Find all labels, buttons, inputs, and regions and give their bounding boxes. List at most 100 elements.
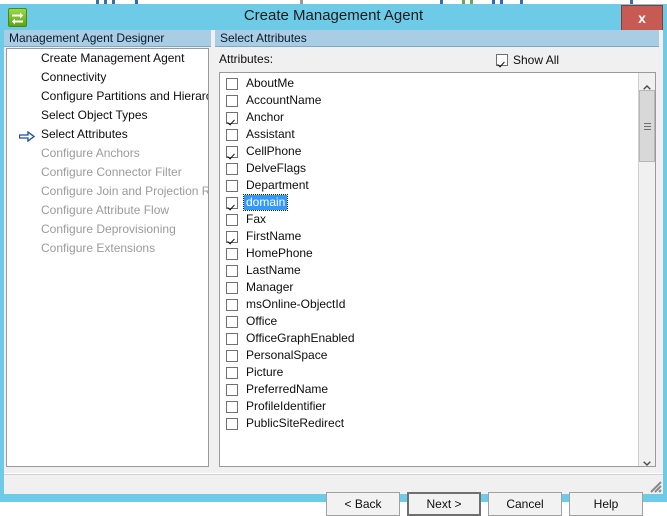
attribute-checkbox[interactable] [226, 332, 238, 345]
designer-steps-pane: Management Agent Designer Create Managem… [4, 30, 211, 470]
designer-steps-list: Create Management Agent Connectivity Con… [6, 48, 209, 467]
step-connectivity[interactable]: Connectivity [7, 68, 208, 87]
attributes-listbox[interactable]: AboutMe AccountName Anchor Assistant Cel… [219, 72, 656, 467]
attribute-checkbox[interactable] [226, 128, 238, 141]
attribute-name: HomePhone [246, 246, 313, 260]
dialog-window: Create Management Agent x Management Age… [0, 0, 667, 516]
attributes-items: AboutMe AccountName Anchor Assistant Cel… [220, 75, 632, 432]
next-button[interactable]: Next > [407, 492, 481, 516]
chevron-down-icon [643, 455, 651, 466]
select-attributes-pane: Select Attributes Attributes: Show All A… [215, 30, 659, 470]
attribute-checkbox[interactable] [226, 417, 238, 430]
resize-grip-icon[interactable] [648, 479, 662, 493]
current-step-arrow-icon [18, 129, 36, 143]
window-title: Create Management Agent [243, 7, 424, 24]
attribute-checkbox[interactable] [226, 366, 238, 379]
attribute-name: AboutMe [246, 76, 295, 90]
attribute-row[interactable]: AccountName [220, 92, 632, 109]
step-label: Configure Connector Filter [41, 165, 182, 179]
step-configure-partitions-and-hierarchies[interactable]: Configure Partitions and Hierarchies [7, 87, 208, 106]
attributes-scrollbar[interactable] [638, 73, 655, 466]
attribute-name: ProfileIdentifier [246, 399, 327, 413]
attribute-name: Department [246, 178, 309, 192]
scroll-up-button[interactable] [639, 73, 655, 90]
attribute-row[interactable]: Anchor [220, 109, 632, 126]
attribute-checkbox[interactable] [226, 77, 238, 90]
show-all-label: Show All [513, 53, 560, 67]
select-attributes-header: Select Attributes [215, 30, 659, 47]
step-label: Configure Join and Projection Rules [41, 184, 208, 198]
attribute-row[interactable]: LastName [220, 262, 632, 279]
attribute-checkbox[interactable] [226, 298, 238, 311]
attribute-row[interactable]: CellPhone [220, 143, 632, 160]
title-bar[interactable]: Create Management Agent x [0, 4, 667, 31]
cancel-button[interactable]: Cancel [488, 492, 562, 516]
attribute-checkbox[interactable] [226, 315, 238, 328]
attribute-row[interactable]: DelveFlags [220, 160, 632, 177]
attribute-row[interactable]: HomePhone [220, 245, 632, 262]
step-select-attributes[interactable]: Select Attributes [7, 125, 208, 144]
dialog-client-area: Management Agent Designer Create Managem… [4, 30, 663, 516]
chevron-up-icon [643, 79, 651, 90]
attribute-row[interactable]: msOnline-ObjectId [220, 296, 632, 313]
step-label: Configure Attribute Flow [41, 203, 170, 217]
show-all-checkbox-row[interactable]: Show All [496, 52, 559, 68]
designer-pane-header: Management Agent Designer [4, 30, 211, 47]
step-create-management-agent[interactable]: Create Management Agent [7, 49, 208, 68]
attribute-checkbox[interactable] [226, 230, 238, 243]
attribute-name: Anchor [246, 110, 285, 124]
step-label: Configure Extensions [41, 241, 156, 255]
step-configure-deprovisioning: Configure Deprovisioning [7, 220, 208, 239]
attribute-checkbox[interactable] [226, 400, 238, 413]
attribute-name: msOnline-ObjectId [246, 297, 346, 311]
attribute-checkbox[interactable] [226, 349, 238, 362]
attribute-row[interactable]: PublicSiteRedirect [220, 415, 632, 432]
step-select-object-types[interactable]: Select Object Types [7, 106, 208, 125]
attribute-row-selected[interactable]: domain [220, 194, 632, 211]
step-label: Connectivity [41, 70, 107, 84]
attribute-checkbox[interactable] [226, 94, 238, 107]
attribute-name: AccountName [246, 93, 322, 107]
attribute-name: LastName [246, 263, 301, 277]
attribute-checkbox[interactable] [226, 213, 238, 226]
show-all-checkbox[interactable] [496, 54, 508, 66]
attribute-checkbox[interactable] [226, 247, 238, 260]
attribute-row[interactable]: PersonalSpace [220, 347, 632, 364]
attribute-name: Assistant [246, 127, 295, 141]
attribute-checkbox[interactable] [226, 162, 238, 175]
scrollbar-thumb[interactable] [639, 90, 655, 162]
attribute-row[interactable]: Picture [220, 364, 632, 381]
attribute-name: Picture [246, 365, 284, 379]
step-configure-attribute-flow: Configure Attribute Flow [7, 201, 208, 220]
step-label: Configure Anchors [41, 146, 140, 160]
attribute-row[interactable]: Assistant [220, 126, 632, 143]
attribute-name: Manager [246, 280, 294, 294]
attribute-checkbox[interactable] [226, 281, 238, 294]
attribute-checkbox[interactable] [226, 145, 238, 158]
step-label: Configure Partitions and Hierarchies [41, 89, 208, 103]
attribute-row[interactable]: Department [220, 177, 632, 194]
attribute-row[interactable]: PreferredName [220, 381, 632, 398]
attribute-name: domain [242, 194, 289, 211]
attribute-row[interactable]: AboutMe [220, 75, 632, 92]
step-configure-join-and-projection-rules: Configure Join and Projection Rules [7, 182, 208, 201]
attribute-checkbox[interactable] [226, 383, 238, 396]
attribute-name: Office [246, 314, 278, 328]
attribute-checkbox[interactable] [226, 179, 238, 192]
attribute-name: DelveFlags [246, 161, 307, 175]
attribute-checkbox[interactable] [226, 111, 238, 124]
attribute-row[interactable]: FirstName [220, 228, 632, 245]
attribute-row[interactable]: Fax [220, 211, 632, 228]
attribute-row[interactable]: OfficeGraphEnabled [220, 330, 632, 347]
attribute-name: PersonalSpace [246, 348, 328, 362]
help-button[interactable]: Help [569, 492, 643, 516]
close-button[interactable]: x [621, 5, 663, 31]
scroll-down-button[interactable] [639, 449, 655, 466]
attribute-checkbox[interactable] [226, 196, 238, 209]
attribute-row[interactable]: Manager [220, 279, 632, 296]
attribute-row[interactable]: ProfileIdentifier [220, 398, 632, 415]
attribute-row[interactable]: Office [220, 313, 632, 330]
attribute-checkbox[interactable] [226, 264, 238, 277]
attribute-name: FirstName [246, 229, 302, 243]
back-button[interactable]: < Back [326, 492, 400, 516]
